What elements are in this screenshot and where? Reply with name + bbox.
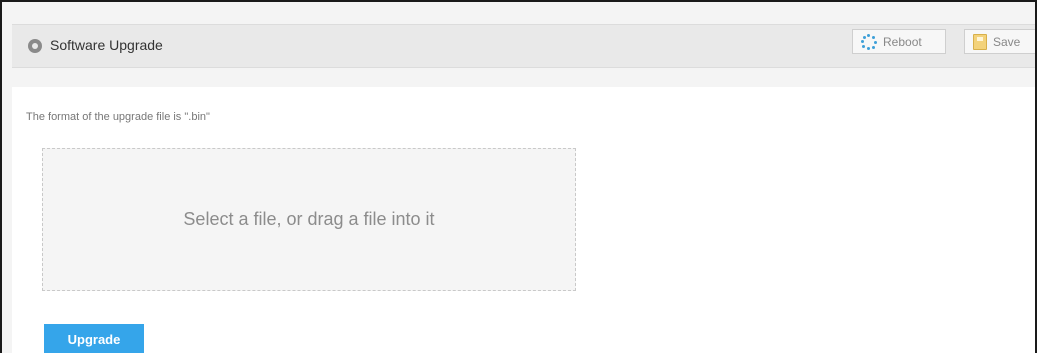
save-icon — [973, 33, 987, 50]
save-button[interactable]: Save — [964, 29, 1035, 54]
location-pin-icon — [28, 39, 42, 53]
panel-header: Software Upgrade Reboot Save — [12, 24, 1035, 68]
file-dropzone[interactable]: Select a file, or drag a file into it — [42, 148, 576, 291]
file-format-hint: The format of the upgrade file is ".bin" — [26, 111, 210, 123]
upgrade-panel: The format of the upgrade file is ".bin"… — [12, 87, 1035, 353]
reboot-button[interactable]: Reboot — [852, 29, 946, 54]
spinner-icon — [861, 33, 877, 50]
reboot-label: Reboot — [883, 34, 922, 49]
page-title: Software Upgrade — [50, 37, 163, 53]
upgrade-button[interactable]: Upgrade — [44, 324, 144, 353]
dropzone-text: Select a file, or drag a file into it — [183, 209, 435, 229]
app-window: Software Upgrade Reboot Save The format … — [0, 0, 1037, 353]
save-label: Save — [993, 34, 1021, 49]
